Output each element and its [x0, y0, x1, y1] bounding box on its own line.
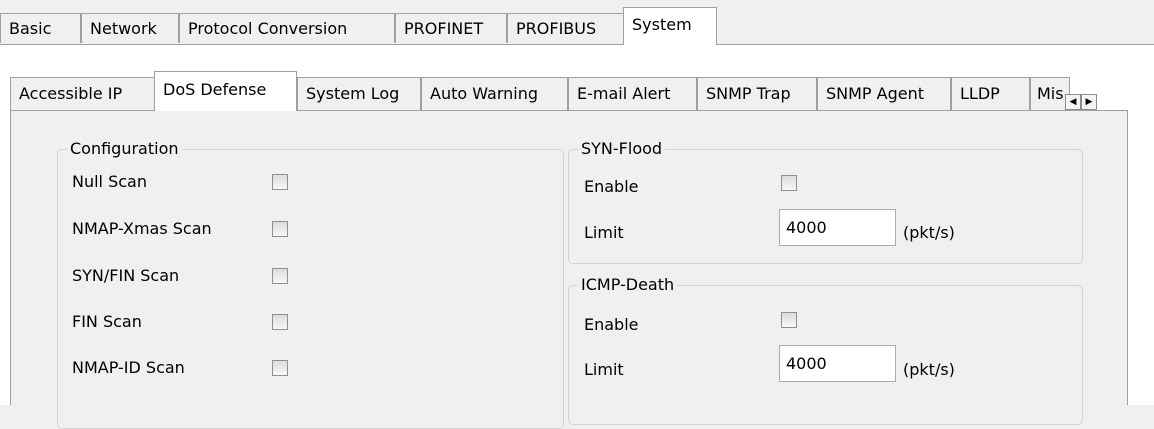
icmp-death-enable-checkbox[interactable] — [781, 312, 797, 328]
tab-auto-warning[interactable]: Auto Warning — [421, 77, 568, 110]
tab-protocol-conversion[interactable]: Protocol Conversion — [179, 13, 395, 43]
syn-flood-title: SYN-Flood — [578, 139, 666, 159]
system-tab-bar: Accessible IP DoS Defense System Log Aut… — [0, 71, 1154, 111]
tab-basic[interactable]: Basic — [0, 13, 81, 43]
tab-lldp[interactable]: LLDP — [951, 77, 1030, 110]
tab-email-alert[interactable]: E-mail Alert — [568, 77, 697, 110]
icmp-death-unit-label: (pkt/s) — [903, 360, 955, 379]
nmap-xmas-scan-checkbox[interactable] — [272, 221, 288, 237]
syn-flood-enable-checkbox[interactable] — [781, 175, 797, 191]
configuration-group: Configuration Null Scan NMAP-Xmas Scan S… — [57, 139, 564, 429]
tab-snmp-agent[interactable]: SNMP Agent — [817, 77, 951, 110]
icmp-death-limit-input[interactable] — [779, 345, 896, 382]
syn-flood-unit-label: (pkt/s) — [903, 223, 955, 242]
dos-defense-panel: Configuration Null Scan NMAP-Xmas Scan S… — [10, 111, 1128, 429]
configuration-title: Configuration — [67, 139, 182, 159]
tab-system[interactable]: System — [623, 7, 717, 45]
null-scan-checkbox[interactable] — [272, 174, 288, 190]
syn-flood-limit-input[interactable] — [779, 209, 896, 246]
syn-fin-scan-checkbox[interactable] — [272, 268, 288, 284]
tab-network[interactable]: Network — [81, 13, 179, 43]
syn-flood-group: SYN-Flood Enable Limit (pkt/s) — [568, 139, 1083, 264]
tab-system-log[interactable]: System Log — [297, 77, 421, 110]
icmp-death-limit-label: Limit — [584, 360, 624, 379]
nmap-id-scan-checkbox[interactable] — [272, 360, 288, 376]
tab-accessible-ip[interactable]: Accessible IP — [10, 77, 156, 110]
nmap-id-scan-label: NMAP-ID Scan — [72, 358, 185, 377]
tab-scroll-left-button[interactable]: ◀ — [1065, 94, 1081, 110]
syn-fin-scan-label: SYN/FIN Scan — [72, 266, 180, 285]
syn-flood-limit-label: Limit — [584, 223, 624, 242]
icmp-death-title: ICMP-Death — [578, 275, 678, 295]
icmp-death-enable-label: Enable — [584, 315, 639, 334]
tab-misc-truncated[interactable]: Mis — [1030, 77, 1070, 110]
tab-dos-defense[interactable]: DoS Defense — [154, 71, 297, 111]
syn-flood-enable-label: Enable — [584, 177, 639, 196]
tab-profinet[interactable]: PROFINET — [395, 13, 507, 43]
nmap-xmas-scan-label: NMAP-Xmas Scan — [72, 219, 212, 238]
null-scan-label: Null Scan — [72, 172, 147, 191]
icmp-death-group: ICMP-Death Enable Limit (pkt/s) — [568, 275, 1083, 425]
tab-snmp-trap[interactable]: SNMP Trap — [697, 77, 817, 110]
tab-profibus[interactable]: PROFIBUS — [507, 13, 626, 43]
top-tab-bar: Basic Network Protocol Conversion PROFIN… — [0, 7, 1154, 45]
tab-scroll-right-button[interactable]: ▶ — [1081, 94, 1097, 110]
fin-scan-label: FIN Scan — [72, 312, 142, 331]
fin-scan-checkbox[interactable] — [272, 314, 288, 330]
